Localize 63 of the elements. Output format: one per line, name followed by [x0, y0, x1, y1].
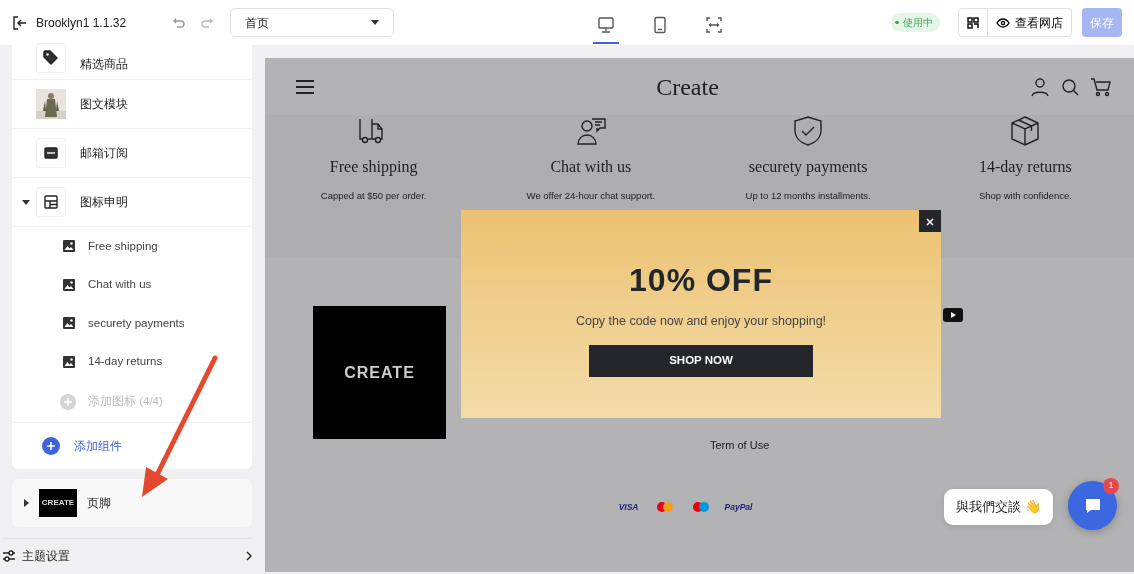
desktop-icon — [596, 15, 615, 34]
sidebar-item[interactable]: CREATE 页脚 — [12, 479, 252, 527]
sidebar-item[interactable]: 精选商品 — [12, 45, 252, 80]
feature-title: securety payments — [748, 157, 868, 178]
youtube-icon[interactable] — [943, 308, 963, 322]
feature-title: Free shipping — [329, 157, 418, 178]
feature-title: 14-day returns — [978, 157, 1072, 178]
mail-icon — [43, 145, 59, 161]
chat-icon — [1083, 496, 1102, 515]
tag-icon — [43, 50, 59, 66]
chevron-right-icon — [246, 550, 252, 561]
sidebar-subitem[interactable]: Chat with us — [12, 265, 252, 304]
feature-text: Up to 12 months installments. — [745, 189, 871, 203]
notification-badge: 1 — [1103, 478, 1119, 494]
grid-icon — [43, 194, 59, 210]
plus-icon — [42, 437, 60, 455]
image-icon — [62, 354, 76, 369]
close-button[interactable] — [919, 210, 941, 232]
chat-button[interactable] — [1068, 481, 1117, 530]
search-icon[interactable] — [1060, 76, 1080, 97]
feature-text: Capped at $50 per order. — [320, 189, 427, 203]
status-badge: 使用中 — [890, 13, 940, 32]
caret-icon[interactable] — [22, 199, 30, 205]
sidebar-subitem[interactable]: Free shipping — [12, 227, 252, 266]
store-logo[interactable]: Create — [345, 68, 1030, 105]
add-component-link[interactable]: 添加组件 — [12, 423, 252, 469]
payment-label: PayPal — [724, 500, 753, 514]
sidebar-subitem[interactable]: 14-day returns — [12, 342, 252, 381]
sidebar-item[interactable]: 图文模块 — [12, 80, 252, 129]
footer-link[interactable]: Term of Use — [710, 437, 770, 454]
sidebar-subitem[interactable]: securety payments — [12, 304, 252, 343]
sidebar-item[interactable]: 图标申明 — [12, 178, 252, 227]
logo-thumbnail: CREATE — [39, 489, 77, 517]
cart-icon[interactable] — [1090, 76, 1112, 97]
sidebar-item[interactable]: 邮箱订阅 — [12, 129, 252, 178]
payment-label: VISA — [617, 500, 640, 514]
image-icon — [62, 239, 76, 254]
eye-icon — [995, 17, 1010, 28]
sliders-icon — [2, 549, 16, 562]
fullscreen-icon — [704, 15, 723, 34]
qr-code-button[interactable] — [957, 8, 988, 37]
chat-bubble: 與我們交談 👋 — [944, 489, 1053, 525]
image-icon — [62, 316, 76, 331]
plus-icon — [60, 393, 76, 410]
footer-logo[interactable]: CREATE — [313, 306, 446, 439]
page-select[interactable]: 首页 — [230, 8, 394, 37]
caret-icon — [370, 20, 379, 25]
view-store-button[interactable]: 查看网店 — [987, 8, 1072, 37]
menu-icon[interactable] — [295, 78, 315, 95]
caret-icon[interactable] — [24, 499, 29, 507]
exit-icon[interactable] — [12, 14, 28, 31]
popup-text: Copy the code now and enjoy your shopping! — [575, 313, 827, 330]
popup-title: 10% OFF — [629, 261, 773, 300]
close-icon — [926, 218, 934, 227]
feature-title: Chat with us — [550, 157, 632, 177]
app-title: Brooklyn1 1.1.32 — [36, 14, 127, 32]
feature-text: We offer 24-hour chat support. — [526, 189, 656, 203]
shop-now-button[interactable]: SHOP NOW — [589, 344, 813, 377]
feature-text: Shop with confidence. — [978, 189, 1072, 203]
qr-code-icon — [966, 16, 979, 29]
image-icon — [62, 277, 76, 292]
theme-settings-row[interactable]: 主题设置 — [2, 538, 252, 574]
user-icon[interactable] — [1030, 76, 1050, 97]
